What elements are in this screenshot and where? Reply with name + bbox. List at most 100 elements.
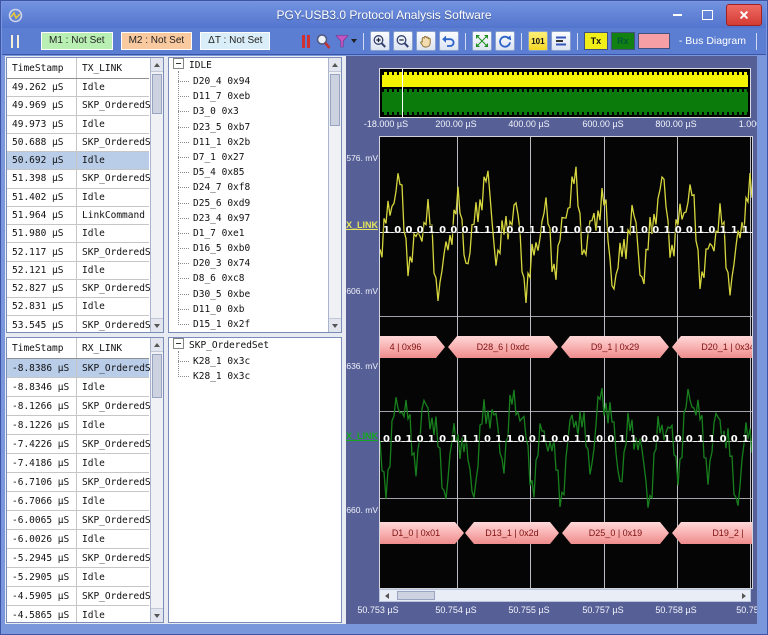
tree-item[interactable]: D5_4 0x85 — [169, 165, 327, 180]
table-row[interactable]: 49.262 µS Idle — [7, 79, 149, 97]
maximize-button[interactable] — [696, 6, 718, 24]
table-row[interactable]: 51.398 µS SKP_OrderedSet — [7, 170, 149, 188]
table-row[interactable]: -7.4226 µS SKP_OrderedSet — [7, 435, 149, 454]
filter-icon[interactable] — [335, 34, 357, 48]
tree-root-skp[interactable]: SKP_OrderedSet — [169, 338, 341, 354]
tree-item[interactable]: K28_1 0x3c — [169, 354, 327, 369]
table-row[interactable]: -4.5905 µS SKP_OrderedSet — [7, 587, 149, 606]
tree-item[interactable]: D3_0 0x3 — [169, 104, 327, 119]
minimize-button[interactable] — [666, 6, 688, 24]
table-row[interactable]: 52.117 µS SKP_OrderedSet — [7, 243, 149, 261]
tree-item[interactable]: D11_0 0xb — [169, 302, 327, 317]
refresh-icon[interactable] — [495, 31, 515, 51]
table-row[interactable]: -8.8346 µS Idle — [7, 378, 149, 397]
rx-color-swatch[interactable]: Rx — [611, 32, 635, 50]
scrollbar-thumb[interactable] — [152, 74, 162, 114]
table-row[interactable]: -8.1226 µS Idle — [7, 416, 149, 435]
scrollbar-thumb[interactable] — [152, 354, 162, 398]
overview-strip[interactable] — [379, 68, 751, 118]
table-row[interactable]: -6.7106 µS SKP_OrderedSet — [7, 473, 149, 492]
vertical-scrollbar[interactable] — [150, 58, 163, 332]
fit-view-icon[interactable] — [472, 31, 492, 51]
table-row[interactable]: 53.545 µS SKP_OrderedSet — [7, 316, 149, 333]
digital-view-icon[interactable]: 101 — [528, 31, 548, 51]
table-row[interactable]: 51.964 µS LinkCommand — [7, 207, 149, 225]
tree-item[interactable]: D16_5 0xb0 — [169, 241, 327, 256]
tree-item[interactable]: D23_4 0x97 — [169, 211, 327, 226]
timestamp-cell: -6.0065 µS — [7, 515, 76, 526]
undo-icon[interactable] — [439, 31, 459, 51]
scroll-down-arrow-icon[interactable] — [151, 608, 163, 622]
packet-marker[interactable]: D9_1 | 0x29 — [561, 336, 669, 358]
scrollbar-thumb[interactable] — [397, 591, 435, 600]
collapse-icon[interactable] — [173, 338, 184, 349]
scroll-up-arrow-icon[interactable] — [329, 58, 341, 72]
collapse-icon[interactable] — [173, 58, 184, 69]
table-row[interactable]: -5.2945 µS SKP_OrderedSet — [7, 549, 149, 568]
table-row[interactable]: 52.121 µS Idle — [7, 262, 149, 280]
marker-button[interactable]: ΔT : Not Set — [200, 32, 270, 50]
table-row[interactable]: 49.973 µS Idle — [7, 116, 149, 134]
scroll-right-arrow-icon[interactable] — [737, 590, 750, 601]
timestamp-cell: -5.2905 µS — [7, 572, 76, 583]
table-row[interactable]: 49.969 µS SKP_OrderedSet — [7, 97, 149, 115]
pan-hand-icon[interactable] — [416, 31, 436, 51]
table-row[interactable]: -6.0065 µS SKP_OrderedSet — [7, 511, 149, 530]
table-row[interactable]: -8.1266 µS SKP_OrderedSet — [7, 397, 149, 416]
scrollbar-thumb[interactable] — [330, 74, 340, 126]
search-icon[interactable] — [315, 33, 332, 50]
tree-item[interactable]: D25_6 0xd9 — [169, 196, 327, 211]
table-row[interactable]: 51.980 µS Idle — [7, 225, 149, 243]
table-row[interactable]: -8.8386 µS SKP_OrderedSet — [7, 359, 149, 378]
table-row[interactable]: 51.402 µS Idle — [7, 189, 149, 207]
tree-item[interactable]: D20_4 0x94 — [169, 74, 327, 89]
table-row[interactable]: 52.831 µS Idle — [7, 298, 149, 316]
tree-item[interactable]: D11_7 0xeb — [169, 89, 327, 104]
tree-item[interactable]: D23_5 0xb7 — [169, 120, 327, 135]
horizontal-scrollbar[interactable] — [379, 589, 751, 602]
table-row[interactable]: -6.0026 µS Idle — [7, 530, 149, 549]
table-row[interactable]: 50.688 µS SKP_OrderedSet — [7, 134, 149, 152]
table-row[interactable]: 52.827 µS SKP_OrderedSet — [7, 280, 149, 298]
tree-item[interactable]: D7_1 0x27 — [169, 150, 327, 165]
tree-item[interactable]: K28_1 0x3c — [169, 369, 327, 384]
marker-button[interactable]: M2 : Not Set — [121, 32, 193, 50]
bus-list-view-icon[interactable] — [551, 31, 571, 51]
overview-cursor[interactable] — [402, 69, 403, 117]
tx-color-swatch[interactable]: Tx — [584, 32, 608, 50]
packet-marker[interactable]: D1_0 | 0x01 — [379, 522, 464, 544]
scroll-down-arrow-icon[interactable] — [151, 318, 163, 332]
tree-item[interactable]: D11_1 0x2b — [169, 135, 327, 150]
table-row[interactable]: -5.2905 µS Idle — [7, 568, 149, 587]
close-button[interactable] — [726, 4, 762, 26]
tree-item[interactable]: D24_7 0xf8 — [169, 180, 327, 195]
table-row[interactable]: -4.5865 µS Idle — [7, 606, 149, 623]
marker-button[interactable]: M1 : Not Set — [41, 32, 113, 50]
table-row[interactable]: 50.692 µS Idle — [7, 152, 149, 170]
packet-marker[interactable]: D28_6 | 0xdc — [448, 336, 558, 358]
filter-dropdown-arrow[interactable] — [351, 39, 357, 43]
waveform-plot[interactable]: 100010001110011010010110010010111 001010… — [379, 136, 753, 589]
table-row[interactable]: -6.7066 µS Idle — [7, 492, 149, 511]
tree-item[interactable]: D20_3 0x74 — [169, 256, 327, 271]
zoom-out-icon[interactable] — [393, 31, 413, 51]
scroll-down-arrow-icon[interactable] — [329, 318, 341, 332]
tree-item[interactable]: D8_6 0xc8 — [169, 271, 327, 286]
packet-marker[interactable]: 4 | 0x96 — [379, 336, 445, 358]
scroll-up-arrow-icon[interactable] — [151, 58, 163, 72]
pause-icon[interactable] — [301, 34, 312, 49]
vertical-scrollbar[interactable] — [150, 338, 163, 622]
zoom-in-icon[interactable] — [370, 31, 390, 51]
vertical-scrollbar[interactable] — [328, 58, 341, 332]
tree-item[interactable]: D1_7 0xe1 — [169, 226, 327, 241]
packet-marker[interactable]: D19_2 | — [672, 522, 753, 544]
packet-marker[interactable]: D20_1 | 0x34 — [672, 336, 753, 358]
packet-marker[interactable]: D13_1 | 0x2d — [465, 522, 559, 544]
tree-item[interactable]: D30_5 0xbe — [169, 287, 327, 302]
packet-marker[interactable]: D25_0 | 0x19 — [562, 522, 669, 544]
tree-root-idle[interactable]: IDLE — [169, 58, 341, 74]
scroll-up-arrow-icon[interactable] — [151, 338, 163, 352]
scroll-left-arrow-icon[interactable] — [380, 590, 393, 601]
tree-item[interactable]: D15_1 0x2f — [169, 317, 327, 332]
table-row[interactable]: -7.4186 µS Idle — [7, 454, 149, 473]
